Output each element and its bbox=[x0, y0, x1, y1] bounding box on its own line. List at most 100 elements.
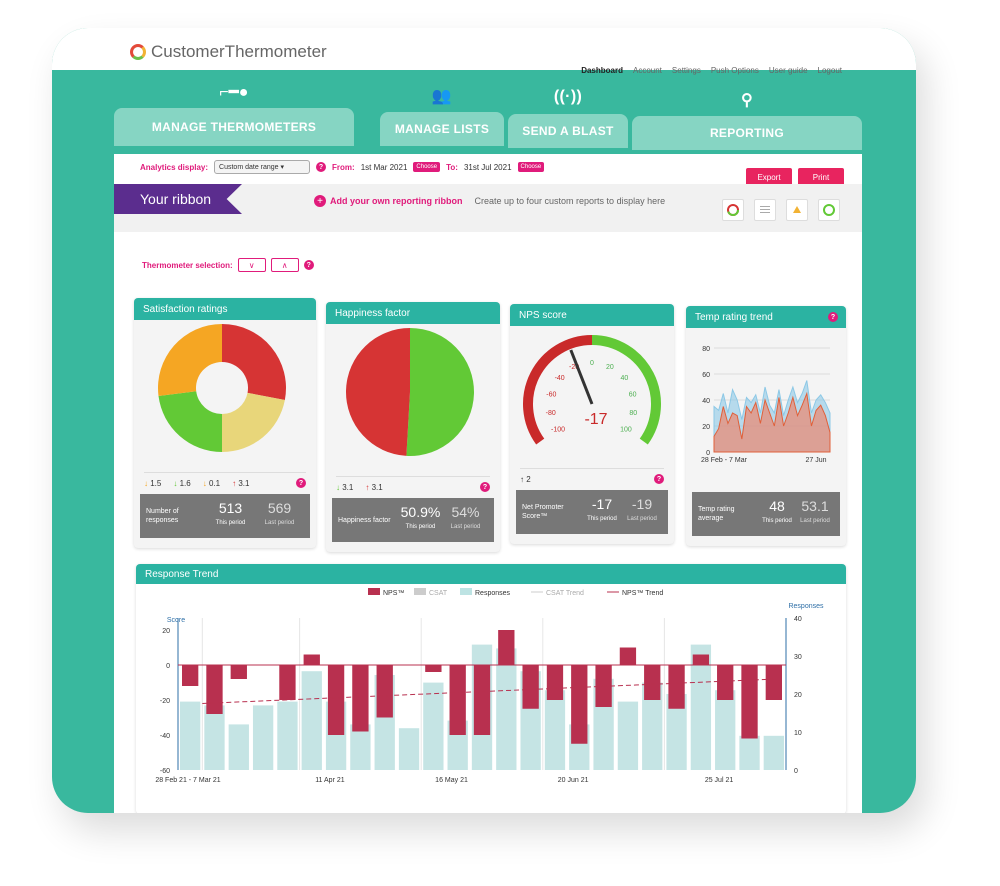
arrow-up-icon: ↑ bbox=[520, 474, 524, 484]
temp-xtick: 27 Jun bbox=[805, 457, 826, 464]
arrow-up-icon: ↑ bbox=[365, 482, 370, 492]
response-bar bbox=[301, 671, 322, 770]
add-ribbon[interactable]: + Add your own reporting ribbon Create u… bbox=[314, 195, 665, 207]
help-icon[interactable]: ? bbox=[316, 162, 327, 172]
nav-settings[interactable]: Settings bbox=[672, 66, 701, 75]
nav-logout[interactable]: Logout bbox=[818, 66, 842, 75]
satisfaction-slice-1 bbox=[222, 392, 285, 452]
ribbon-slot-list[interactable] bbox=[754, 199, 776, 221]
response-bar bbox=[423, 682, 444, 770]
to-label: To: bbox=[446, 162, 458, 172]
date-range-select[interactable]: Custom date range ▾ bbox=[214, 160, 311, 174]
satisfaction-slice-0 bbox=[222, 324, 286, 400]
card-satisfaction: Satisfaction ratings ↓ 1.5 ↓ 1.6 ↓ 0.1 ↑… bbox=[134, 298, 316, 548]
analytics-display-label: Analytics display: bbox=[140, 162, 209, 172]
happiness-slice-1 bbox=[345, 328, 410, 456]
tab-manage-lists[interactable]: 👥 MANAGE LISTS bbox=[380, 88, 504, 146]
x-tick: 16 May 21 bbox=[435, 777, 468, 784]
arrow-up-icon: ↑ bbox=[232, 478, 237, 488]
ribbon-slot-count[interactable] bbox=[786, 199, 808, 221]
nps-bar bbox=[182, 665, 199, 686]
ribbon-slot-ring[interactable] bbox=[818, 199, 840, 221]
nps-bar bbox=[692, 654, 710, 665]
temp-ytick: 80 bbox=[702, 346, 710, 353]
card-title: Response Trend bbox=[136, 564, 846, 584]
arrow-down-icon: ↓ bbox=[202, 478, 207, 488]
logo-icon bbox=[130, 44, 146, 60]
y2-tick: 30 bbox=[794, 654, 802, 661]
arrow-down-icon: ↓ bbox=[173, 478, 178, 488]
response-bar bbox=[739, 735, 760, 770]
stats-box: Net Promoter Score™ -17 This period -19 La… bbox=[516, 490, 668, 534]
response-bar bbox=[228, 724, 249, 770]
wifi-icon: ((·)) bbox=[553, 88, 583, 105]
y-tick: -40 bbox=[160, 733, 170, 740]
satisfaction-slice-2 bbox=[158, 391, 222, 452]
help-icon[interactable]: ? bbox=[296, 478, 306, 488]
temp-ytick: 20 bbox=[702, 424, 710, 431]
happiness-slice-0 bbox=[406, 328, 474, 456]
nps-gauge: -100-80-60-40-20020406080100-17 bbox=[523, 335, 661, 445]
chevron-down-icon[interactable]: ∨ bbox=[237, 258, 266, 272]
response-bar bbox=[496, 648, 517, 770]
help-icon[interactable]: ? bbox=[303, 260, 314, 270]
thermometer-icon: ⌐━● bbox=[219, 84, 249, 101]
plus-icon: + bbox=[314, 195, 326, 207]
card-title: NPS score bbox=[510, 304, 674, 326]
nps-bar bbox=[352, 665, 369, 732]
y2-tick: 10 bbox=[794, 730, 802, 737]
to-choose-button[interactable]: Choose bbox=[517, 162, 545, 172]
nav-user-guide[interactable]: User guide bbox=[769, 66, 808, 75]
chevron-up-icon[interactable]: ∧ bbox=[270, 258, 299, 272]
response-bar bbox=[180, 701, 201, 770]
legend-swatch bbox=[414, 588, 426, 595]
nps-bar bbox=[473, 665, 491, 735]
arrow-down-icon: ↓ bbox=[144, 478, 148, 488]
x-tick: 25 Jul 21 bbox=[705, 777, 734, 784]
response-trend-card: Response Trend NPS™ CSAT Responses CSAT Tre… bbox=[136, 564, 846, 813]
response-bar bbox=[763, 735, 784, 770]
temp-ytick: 60 bbox=[702, 372, 710, 379]
from-choose-button[interactable]: Choose bbox=[413, 162, 441, 172]
gauge-tick-label: -80 bbox=[546, 410, 556, 417]
help-icon[interactable]: ? bbox=[480, 482, 490, 492]
nps-bar bbox=[327, 665, 345, 735]
stats-box: Number of responses 513 This period 569 La… bbox=[140, 494, 310, 538]
app-frame: CustomerThermometer Dashboard Account Se… bbox=[52, 28, 916, 813]
tab-reporting[interactable]: ⚲ REPORTING bbox=[632, 92, 862, 150]
nps-bar bbox=[644, 665, 661, 700]
nav-push-options[interactable]: Push Options bbox=[711, 66, 759, 75]
gauge-tick-label: 80 bbox=[629, 410, 637, 417]
nav-account[interactable]: Account bbox=[633, 66, 662, 75]
ribbon-slot-gauge[interactable] bbox=[722, 199, 744, 221]
help-icon[interactable]: ? bbox=[654, 474, 664, 484]
response-bar bbox=[715, 690, 736, 770]
y2-tick: 20 bbox=[794, 692, 802, 699]
gauge-tick-label: 100 bbox=[620, 427, 632, 434]
gauge-tick-label: -60 bbox=[546, 392, 556, 399]
temp-xtick: 28 Feb - 7 Mar bbox=[701, 457, 748, 464]
logo[interactable]: CustomerThermometer bbox=[130, 42, 327, 62]
tab-send-a-blast[interactable]: ((·)) SEND A BLAST bbox=[508, 88, 628, 148]
main-tabs: ⌐━● MANAGE THERMOMETERS 👥 MANAGE LISTS ((·… bbox=[114, 84, 862, 154]
nps-bar bbox=[717, 665, 734, 700]
response-bar bbox=[252, 705, 274, 770]
nps-bar bbox=[230, 665, 247, 679]
tab-manage-thermometers[interactable]: ⌐━● MANAGE THERMOMETERS bbox=[114, 84, 354, 146]
change-indicators: ↓ 1.5 ↓ 1.6 ↓ 0.1 ↑ 3.1 ? bbox=[144, 472, 306, 488]
nav-dashboard[interactable]: Dashboard bbox=[581, 66, 623, 75]
y-tick: 20 bbox=[162, 628, 170, 635]
legend-swatch bbox=[460, 588, 472, 595]
help-icon[interactable]: ? bbox=[828, 312, 838, 322]
reporting-panel: Analytics display: Custom date range ▾ ?… bbox=[114, 154, 862, 813]
legend-label: Responses bbox=[475, 590, 511, 597]
search-icon: ⚲ bbox=[740, 92, 754, 109]
response-bar bbox=[398, 728, 420, 770]
satisfaction-slice-3 bbox=[158, 324, 222, 397]
card-title: Satisfaction ratings bbox=[134, 298, 316, 320]
gauge-value: -17 bbox=[584, 411, 607, 428]
legend-label: NPS™ Trend bbox=[622, 590, 663, 597]
nps-bar bbox=[425, 665, 442, 672]
response-bar bbox=[544, 690, 566, 770]
users-icon: 👥 bbox=[431, 88, 453, 105]
